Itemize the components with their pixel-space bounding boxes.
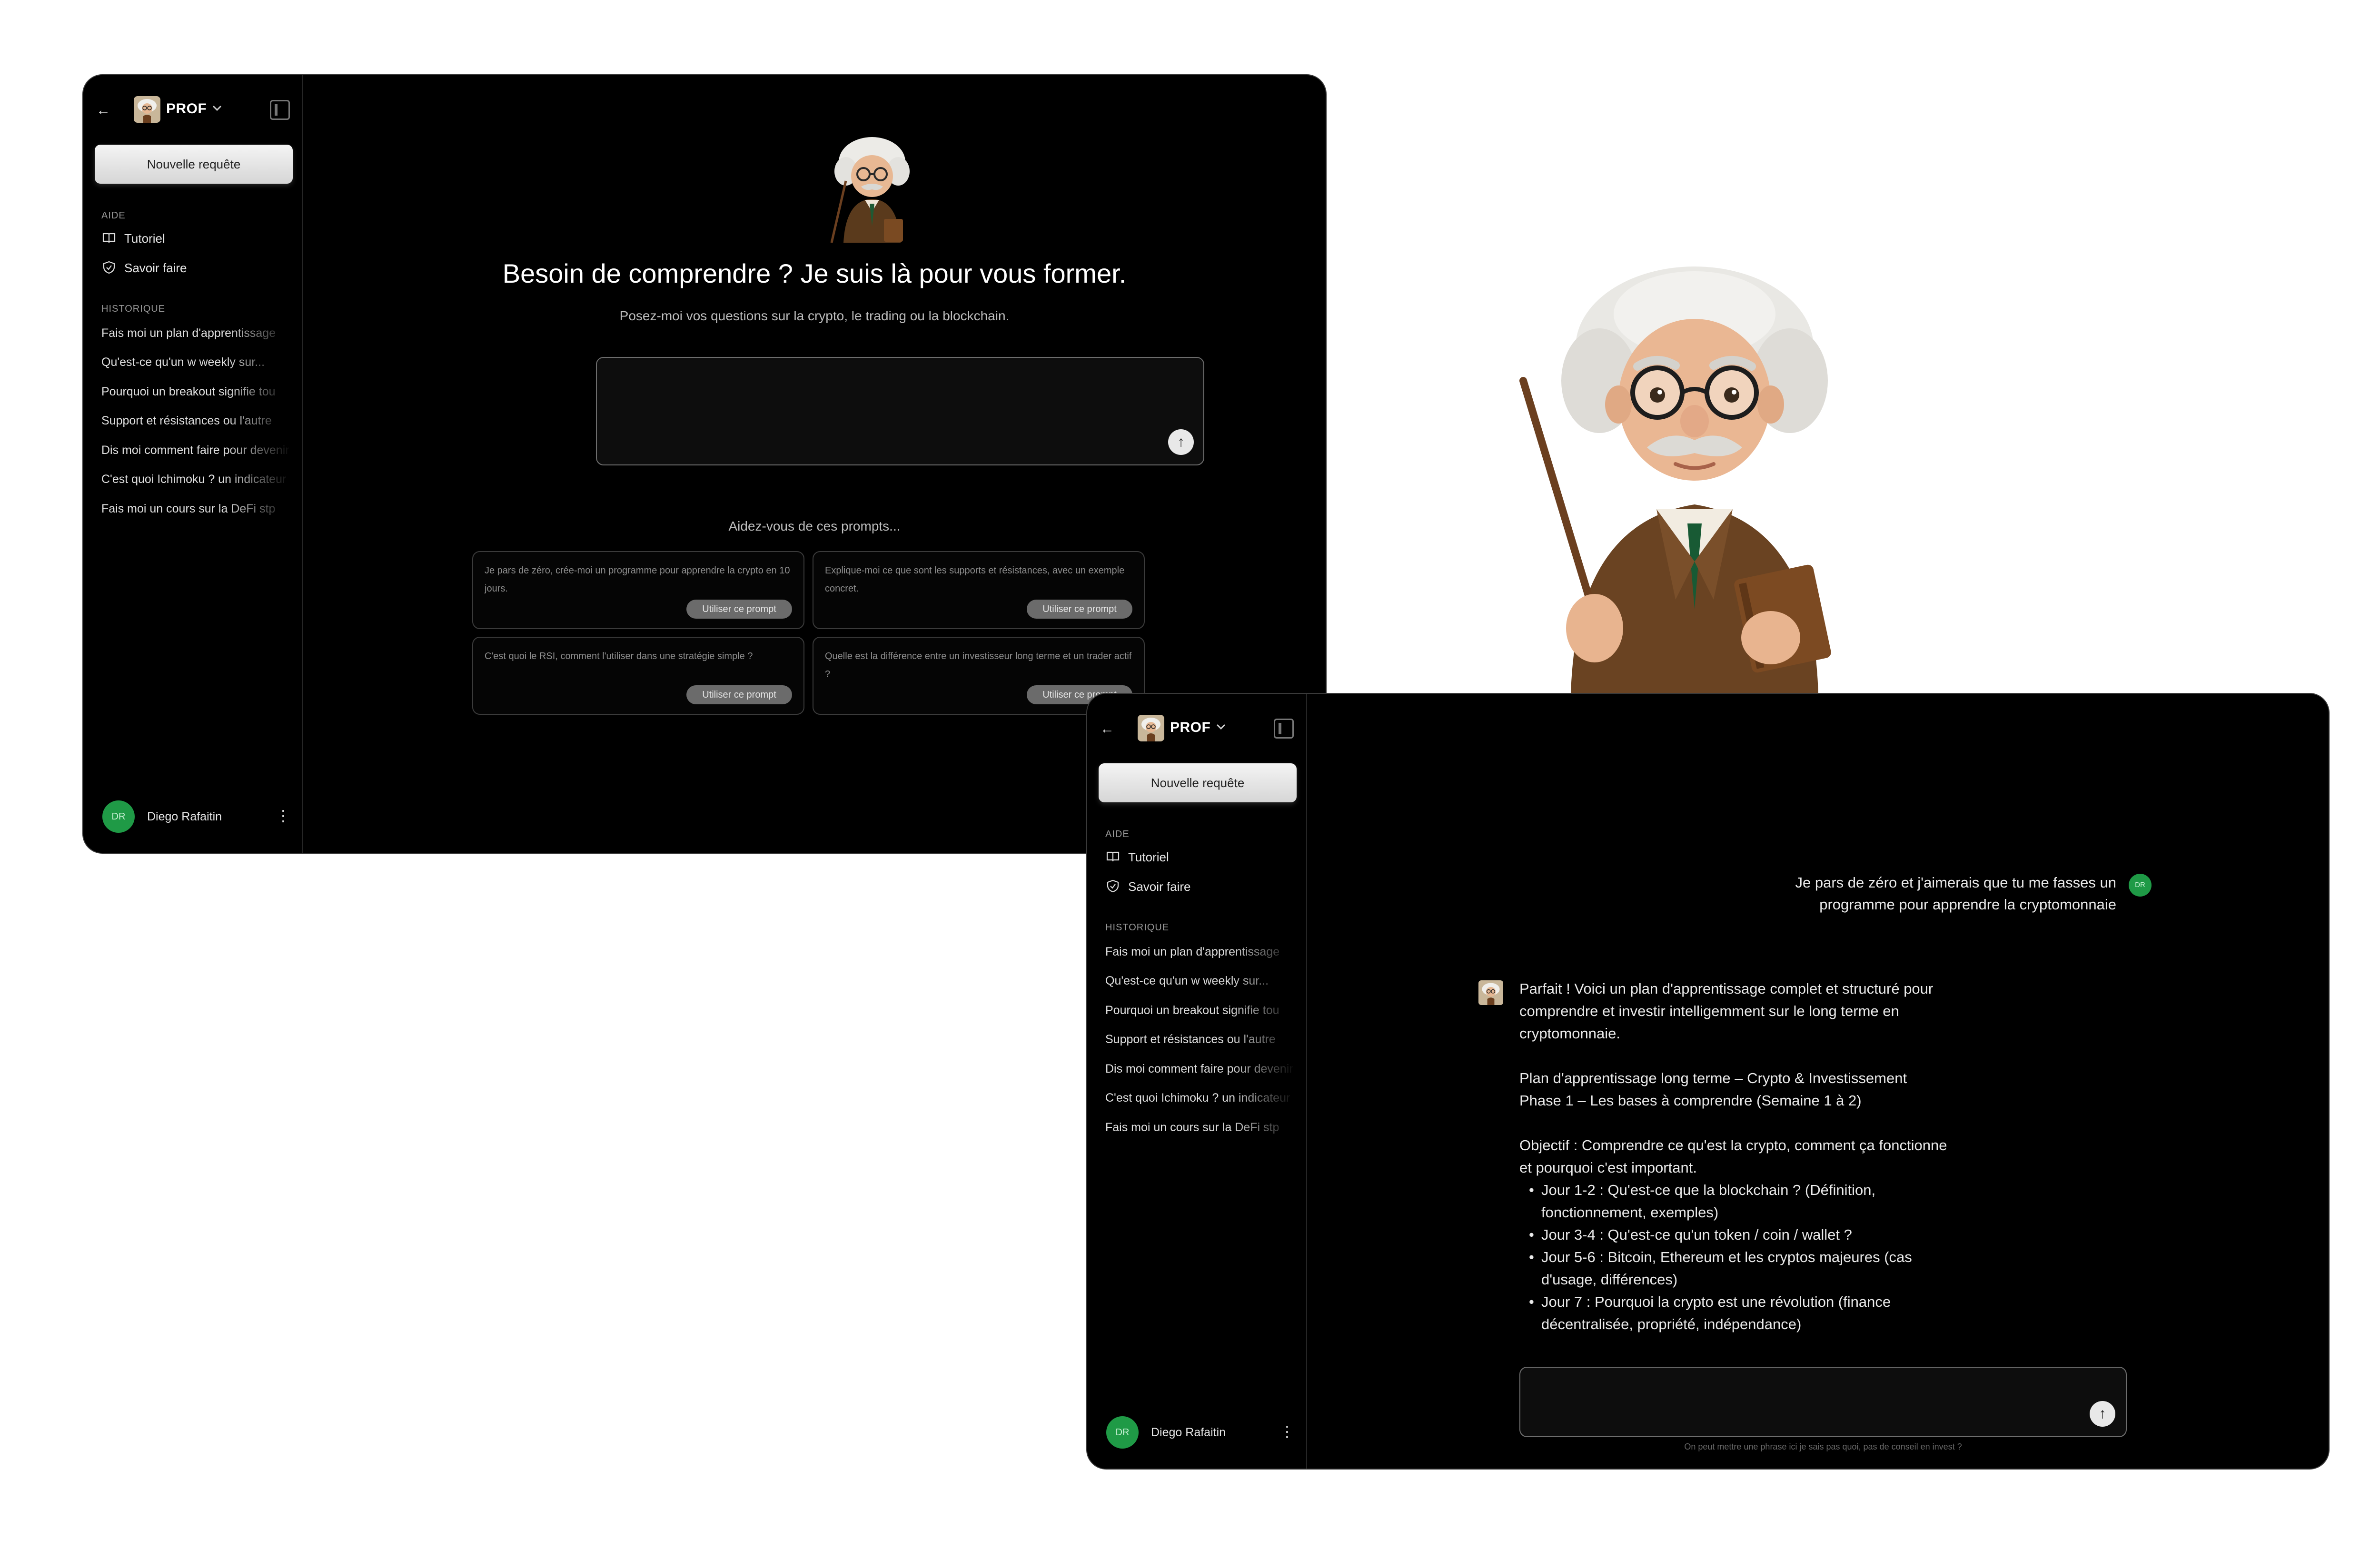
list-item: Jour 5-6 : Bitcoin, Ethereum et les cryp… <box>1529 1246 1948 1291</box>
chat-input-box: ↑ <box>1519 1367 2127 1437</box>
prompts-title: Aidez-vous de ces prompts... <box>728 519 901 533</box>
professor-illustration <box>1519 266 1831 695</box>
use-prompt-button[interactable]: Utiliser ce prompt <box>1027 600 1132 619</box>
chevron-down-icon[interactable] <box>210 101 224 115</box>
prof-hero-avatar <box>830 137 910 243</box>
assistant-intro: Parfait ! Voici un plan d'apprentissage … <box>1519 980 1934 1042</box>
sidebar-item-tutoriel[interactable]: Tutoriel <box>1105 845 1286 868</box>
prompt-card[interactable]: Je pars de zéro, crée-moi un programme p… <box>472 551 804 629</box>
history-item[interactable]: Fais moi un cours sur la DeFi stp <box>101 502 292 523</box>
history-section-label: HISTORIQUE <box>1105 922 1170 933</box>
assistant-objective: Objectif : Comprendre ce qu'est la crypt… <box>1519 1137 1947 1176</box>
history-item[interactable]: Qu'est-ce qu'un w weekly sur... <box>101 355 292 376</box>
user-name: Diego Rafaitin <box>1151 1426 1226 1439</box>
history-section-label: HISTORIQUE <box>101 304 166 314</box>
history-item[interactable]: Fais moi un plan d'apprentissage <box>1105 945 1296 966</box>
aide-section-label: AIDE <box>101 210 126 221</box>
sidebar-header: ← PROF <box>83 95 302 126</box>
list-item: Jour 1-2 : Qu'est-ce que la blockchain ?… <box>1529 1179 1948 1223</box>
sidebar-toggle-icon[interactable] <box>270 100 290 120</box>
history-item[interactable]: Pourquoi un breakout signifie tou <box>101 385 292 406</box>
sidebar-item-savoir-faire[interactable]: Savoir faire <box>1105 875 1286 898</box>
disclaimer-text: On peut mettre une phrase ici je sais pa… <box>1684 1442 1962 1451</box>
sidebar: ← PROF Nouvelle requête AIDE Tutoriel Sa… <box>83 75 303 853</box>
sidebar-item-label: Tutoriel <box>124 231 165 246</box>
history-item[interactable]: Pourquoi un breakout signifie tou <box>1105 1004 1296 1025</box>
prompt-input-box: ↑ <box>596 357 1204 465</box>
book-icon <box>1106 851 1120 862</box>
user-avatar[interactable]: DR <box>102 800 135 833</box>
history-item[interactable]: Dis moi comment faire pour devenir <box>1105 1062 1296 1083</box>
profile-name[interactable]: PROF <box>166 101 207 117</box>
prompt-text: Quelle est la différence entre un invest… <box>825 651 1132 680</box>
sidebar-item-label: Savoir faire <box>124 261 187 275</box>
history-item[interactable]: Dis moi comment faire pour devenir <box>101 444 292 464</box>
send-arrow-icon[interactable]: ↑ <box>1168 429 1194 455</box>
prompt-card[interactable]: Explique-moi ce que sont les supports et… <box>813 551 1145 629</box>
sidebar-header: ← PROF <box>1087 714 1306 744</box>
aide-section-label: AIDE <box>1105 829 1130 839</box>
use-prompt-button[interactable]: Utiliser ce prompt <box>686 600 792 619</box>
user-row: DR Diego Rafaitin ⋮ <box>83 799 302 835</box>
prof-message-avatar <box>1478 980 1503 1005</box>
sidebar-item-savoir-faire[interactable]: Savoir faire <box>101 256 282 279</box>
send-arrow-icon[interactable]: ↑ <box>2090 1401 2115 1427</box>
list-item: Jour 7 : Pourquoi la crypto est une révo… <box>1529 1291 1948 1335</box>
assistant-list: Jour 1-2 : Qu'est-ce que la blockchain ?… <box>1519 1179 1948 1335</box>
shield-icon <box>1107 879 1119 893</box>
sidebar-item-label: Tutoriel <box>1128 850 1169 864</box>
prompt-text: Explique-moi ce que sont les supports et… <box>825 565 1125 594</box>
user-message: Je pars de zéro et j'aimerais que tu me … <box>1795 874 2116 913</box>
prompt-card[interactable]: C'est quoi le RSI, comment l'utiliser da… <box>472 637 804 715</box>
history-item[interactable]: Qu'est-ce qu'un w weekly sur... <box>1105 974 1296 995</box>
assistant-phase: Phase 1 – Les bases à comprendre (Semain… <box>1519 1092 1862 1109</box>
back-arrow-icon[interactable]: ← <box>1098 720 1117 739</box>
new-request-button[interactable]: Nouvelle requête <box>1099 763 1297 802</box>
book-icon <box>102 233 116 243</box>
assistant-plan-title: Plan d'apprentissage long terme – Crypto… <box>1519 1070 1907 1086</box>
more-vertical-icon[interactable]: ⋮ <box>1279 1421 1295 1442</box>
chat-window: ← PROF Nouvelle requête AIDE Tutoriel Sa… <box>1086 693 2330 1470</box>
chat-main: Je pars de zéro et j'aimerais que tu me … <box>1307 694 2329 1469</box>
history-item[interactable]: C'est quoi Ichimoku ? un indicateur <box>101 473 292 493</box>
chevron-down-icon[interactable] <box>1214 720 1228 734</box>
sidebar-item-label: Savoir faire <box>1128 879 1191 894</box>
sidebar: ← PROF Nouvelle requête AIDE Tutoriel Sa… <box>1087 694 1307 1469</box>
history-item[interactable]: Fais moi un plan d'apprentissage <box>101 326 292 347</box>
user-row: DR Diego Rafaitin ⋮ <box>1087 1414 1306 1450</box>
page-title: Besoin de comprendre ? Je suis là pour v… <box>502 258 1127 288</box>
prompt-input[interactable] <box>608 367 1156 455</box>
prompt-text: C'est quoi le RSI, comment l'utiliser da… <box>485 651 753 661</box>
history-item[interactable]: Support et résistances ou l'autre <box>1105 1033 1296 1054</box>
history-item[interactable]: C'est quoi Ichimoku ? un indicateur <box>1105 1091 1296 1112</box>
history-item[interactable]: Support et résistances ou l'autre <box>101 414 292 435</box>
new-request-button[interactable]: Nouvelle requête <box>95 145 293 184</box>
prompt-text: Je pars de zéro, crée-moi un programme p… <box>485 565 790 594</box>
sidebar-item-tutoriel[interactable]: Tutoriel <box>101 227 282 249</box>
use-prompt-button[interactable]: Utiliser ce prompt <box>686 685 792 704</box>
prof-avatar <box>134 96 160 123</box>
user-message-avatar: DR <box>2129 874 2152 897</box>
user-avatar[interactable]: DR <box>1106 1416 1139 1449</box>
profile-name[interactable]: PROF <box>1170 720 1210 736</box>
page-subtitle: Posez-moi vos questions sur la crypto, l… <box>619 308 1010 323</box>
more-vertical-icon[interactable]: ⋮ <box>276 805 291 826</box>
sidebar-toggle-icon[interactable] <box>1274 719 1294 739</box>
back-arrow-icon[interactable]: ← <box>94 101 113 120</box>
assistant-message: Parfait ! Voici un plan d'apprentissage … <box>1519 977 1948 1335</box>
chat-input[interactable] <box>1532 1377 2078 1427</box>
prof-avatar <box>1138 715 1164 741</box>
list-item: Jour 3-4 : Qu'est-ce qu'un token / coin … <box>1529 1223 1948 1246</box>
history-item[interactable]: Fais moi un cours sur la DeFi stp <box>1105 1121 1296 1142</box>
user-name: Diego Rafaitin <box>147 810 222 823</box>
shield-icon <box>103 261 115 274</box>
